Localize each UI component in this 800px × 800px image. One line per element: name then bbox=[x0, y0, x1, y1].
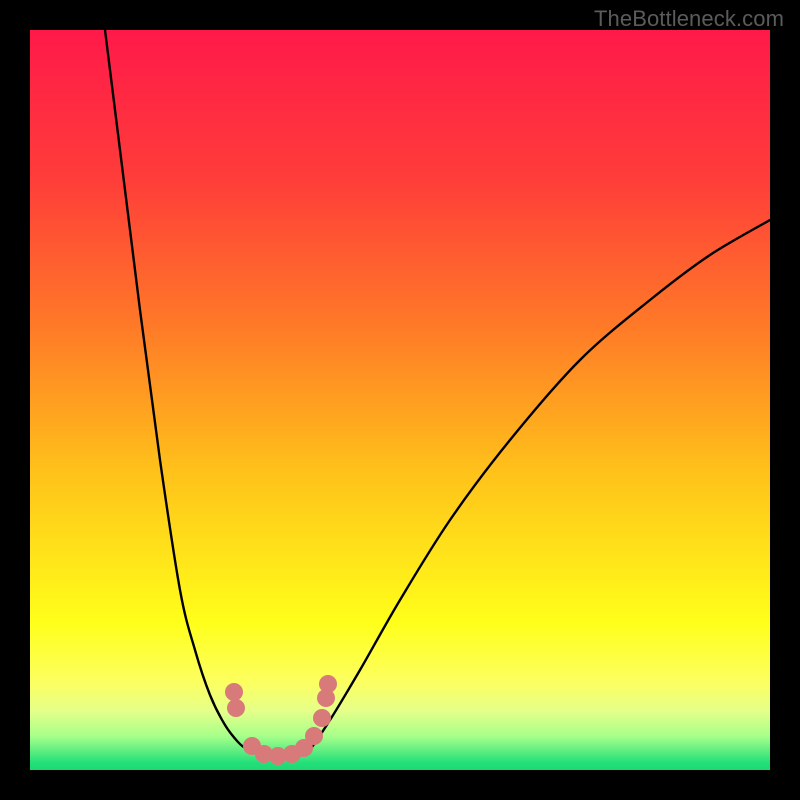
site-credit-label: TheBottleneck.com bbox=[594, 6, 784, 32]
marker-dot bbox=[227, 699, 245, 717]
marker-dot bbox=[225, 683, 243, 701]
marker-dots bbox=[225, 675, 337, 765]
bottleneck-curve bbox=[105, 30, 770, 756]
marker-dot bbox=[319, 675, 337, 693]
marker-dot bbox=[305, 727, 323, 745]
marker-dot bbox=[313, 709, 331, 727]
curve-layer bbox=[30, 30, 770, 770]
